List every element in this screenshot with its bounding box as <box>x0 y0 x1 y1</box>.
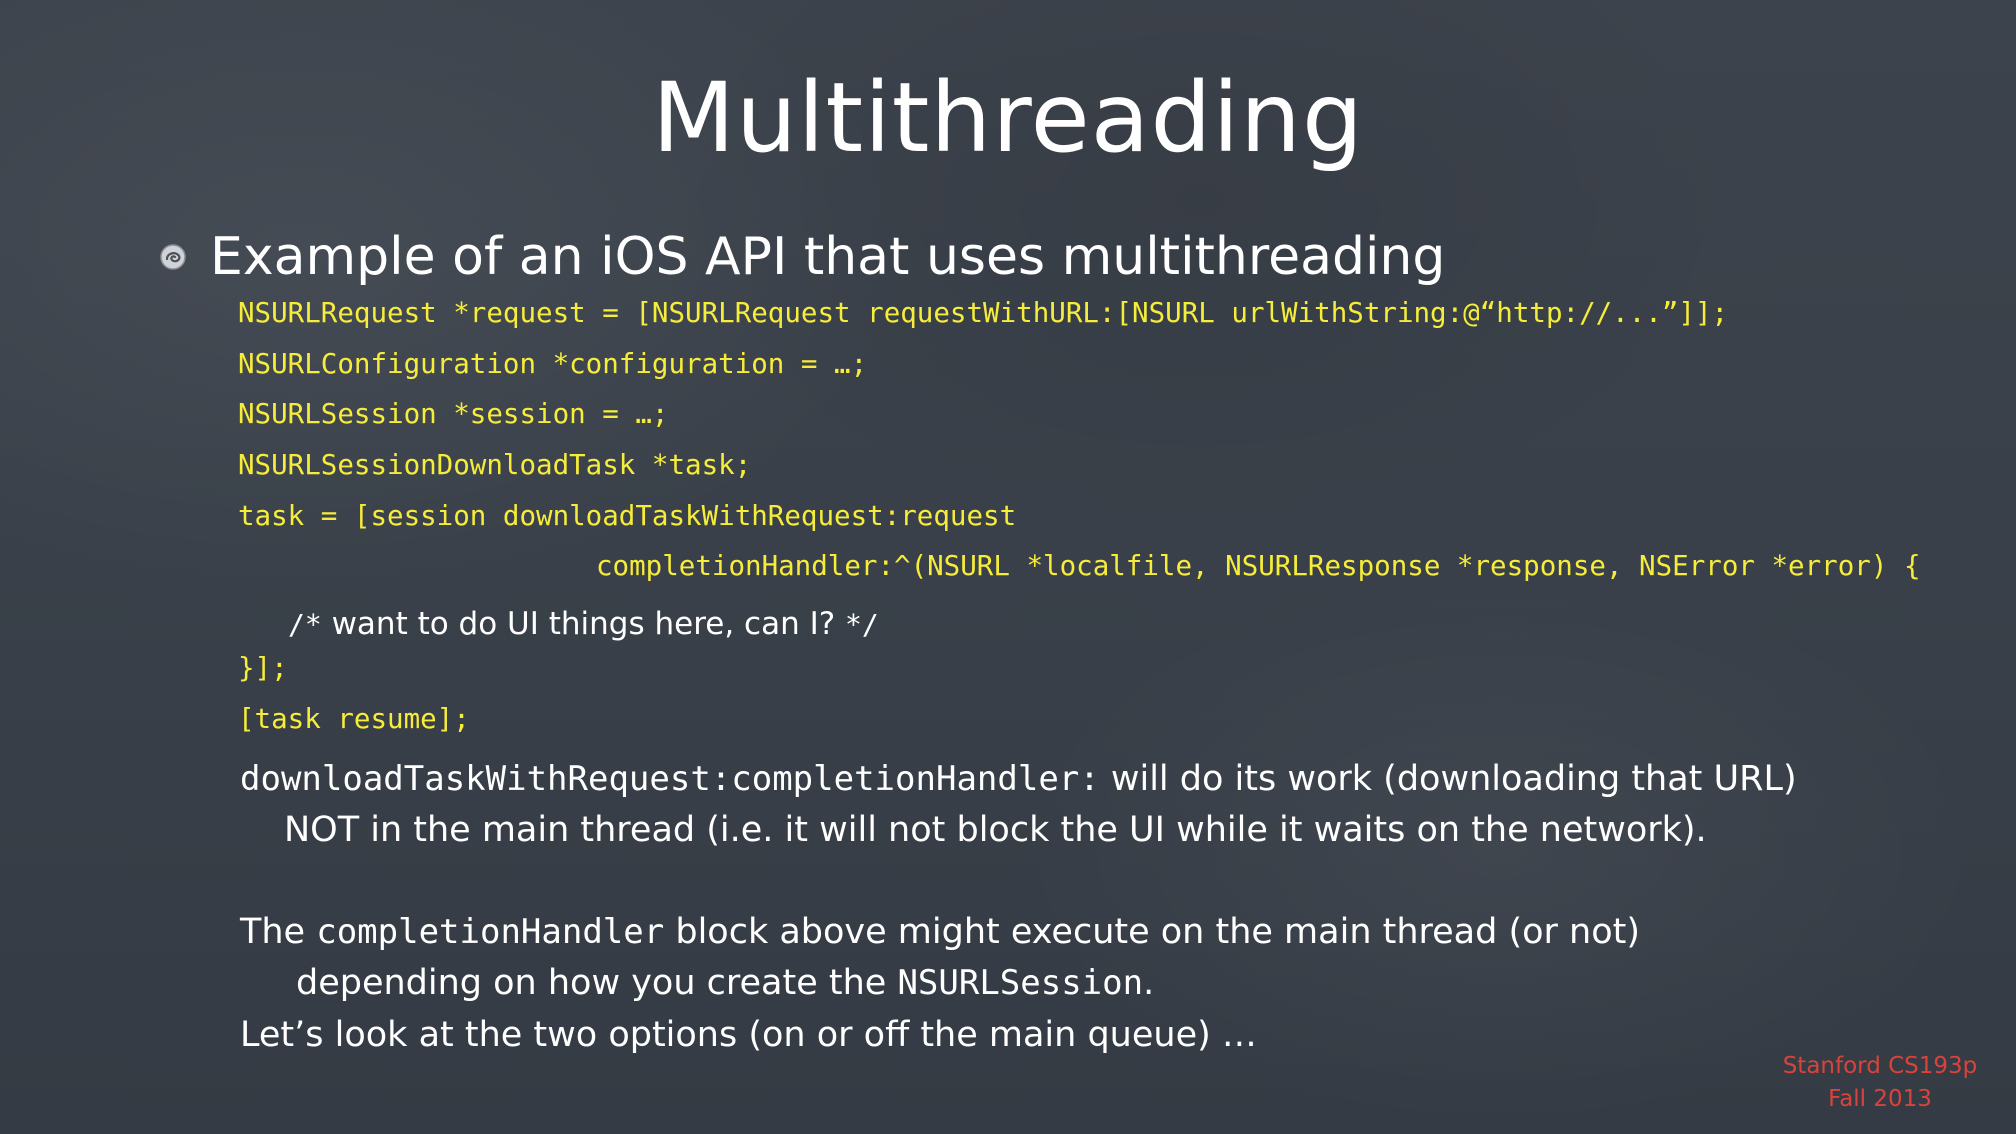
explanation-text: will do its work (downloading that URL) <box>1099 759 1797 799</box>
course-credit: Stanford CS193p Fall 2013 <box>1770 1050 1990 1116</box>
code-line-task-assignment: task = [session downloadTaskWithRequest:… <box>238 500 1017 532</box>
comment-text: want to do UI things here, can I? <box>321 606 846 642</box>
comment-close: */ <box>845 608 879 641</box>
code-line-completion-handler: completionHandler:^(NSURL *localfile, NS… <box>596 550 1921 582</box>
explanation-text-3: depending on how you create the <box>296 963 898 1003</box>
explanation-line-1: downloadTaskWithRequest:completionHandle… <box>240 754 1797 804</box>
swirl-bullet-icon <box>160 244 186 270</box>
explanation-line-3: The completionHandler block above might … <box>240 907 1640 957</box>
code-line-task-resume: [task resume]; <box>238 703 470 735</box>
credit-course: Stanford CS193p <box>1782 1053 1978 1079</box>
code-line-configuration: NSURLConfiguration *configuration = …; <box>238 348 868 380</box>
bullet-heading: Example of an iOS API that uses multithr… <box>210 227 1446 287</box>
slide-title: Multithreading <box>652 62 1364 174</box>
explanation-nsurlsession: NSURLSession <box>897 963 1144 1003</box>
comment-open: /* <box>288 608 322 641</box>
code-line-session: NSURLSession *session = …; <box>238 398 669 430</box>
credit-term: Fall 2013 <box>1828 1086 1932 1112</box>
code-line-request: NSURLRequest *request = [NSURLRequest re… <box>238 297 1729 329</box>
explanation-text-2: block above might execute on the main th… <box>664 912 1641 952</box>
explanation-line-4: depending on how you create the NSURLSes… <box>296 958 1154 1008</box>
explanation-completion-handler: completionHandler <box>316 912 665 952</box>
code-comment: /* want to do UI things here, can I? */ <box>288 604 879 645</box>
explanation-prefix: The <box>240 912 317 952</box>
explanation-method-name: downloadTaskWithRequest:completionHandle… <box>240 759 1100 799</box>
code-line-block-close: }]; <box>238 652 288 684</box>
explanation-line-2: NOT in the main thread (i.e. it will not… <box>284 810 1707 850</box>
explanation-period: . <box>1143 963 1155 1003</box>
code-line-task-declaration: NSURLSessionDownloadTask *task; <box>238 449 752 481</box>
explanation-line-5: Let’s look at the two options (on or off… <box>240 1015 1257 1055</box>
